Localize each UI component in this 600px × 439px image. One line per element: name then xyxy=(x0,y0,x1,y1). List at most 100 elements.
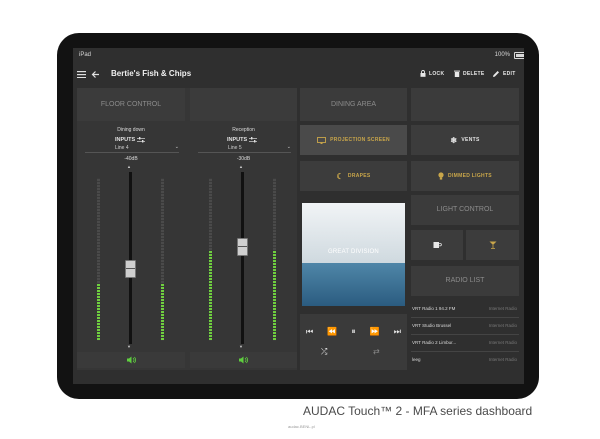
meter-segment xyxy=(209,251,212,253)
meter-segment xyxy=(97,302,100,304)
meter-segment xyxy=(209,218,212,220)
player-controls xyxy=(300,314,407,370)
meter-segment xyxy=(161,245,164,247)
meter-segment xyxy=(161,266,164,268)
vents-button[interactable]: ❄ VENTS xyxy=(411,125,519,155)
light-scene-coffee-button[interactable] xyxy=(411,230,463,260)
edit-label: EDIT xyxy=(503,71,516,77)
meter-segment xyxy=(161,296,164,298)
meter-segment xyxy=(161,320,164,322)
meter-segment xyxy=(209,221,212,223)
projection-screen-icon xyxy=(317,136,327,144)
volume-fader-track[interactable] xyxy=(241,172,244,344)
edit-button[interactable]: EDIT xyxy=(492,70,516,78)
meter-segment xyxy=(97,236,100,238)
light-scene-cocktail-button[interactable] xyxy=(466,230,519,260)
meter-segment xyxy=(273,179,276,181)
meter-segment xyxy=(161,236,164,238)
drapes-button[interactable]: ☾ DRAPES xyxy=(300,161,407,191)
radio-station-type: Internet Radio xyxy=(488,340,517,345)
meter-segment xyxy=(273,236,276,238)
meter-segment xyxy=(273,266,276,268)
floor-control-title-blank xyxy=(190,88,297,121)
meter-segment xyxy=(273,329,276,331)
meter-segment xyxy=(209,224,212,226)
delete-button[interactable]: DELETE xyxy=(454,70,485,77)
inputs-selector[interactable]: INPUTS xyxy=(227,137,258,143)
meter-segment xyxy=(161,323,164,325)
meter-segment xyxy=(161,329,164,331)
meter-segment xyxy=(97,203,100,205)
meter-segment xyxy=(273,191,276,193)
delete-label: DELETE xyxy=(463,70,485,77)
volume-fader-track[interactable] xyxy=(129,172,132,344)
meter-segment xyxy=(209,230,212,232)
meter-segment xyxy=(97,251,100,253)
list-item[interactable]: VRT Studio Brussel Internet Radio xyxy=(411,317,519,335)
lock-button[interactable]: LOCK xyxy=(420,70,444,77)
projection-screen-button[interactable]: PROJECTION SCREEN xyxy=(300,125,407,155)
meter-segment xyxy=(273,299,276,301)
inputs-selector[interactable]: INPUTS xyxy=(115,137,146,143)
meter-segment xyxy=(161,182,164,184)
meter-segment xyxy=(161,275,164,277)
meter-segment xyxy=(209,254,212,256)
meter-segment xyxy=(209,209,212,211)
fast-forward-icon[interactable]: ⏩ xyxy=(370,327,380,337)
device-name: iPad xyxy=(79,52,92,58)
repeat-icon[interactable]: ⇄ xyxy=(373,347,380,356)
meter-segment xyxy=(161,200,164,202)
meter-segment xyxy=(161,209,164,211)
meter-segment xyxy=(97,224,100,226)
skip-previous-icon[interactable]: ⏮ xyxy=(306,327,313,337)
meter-segment xyxy=(97,266,100,268)
level-meter-left xyxy=(209,178,212,341)
meter-segment xyxy=(273,281,276,283)
volume-fader-knob[interactable] xyxy=(237,238,248,256)
list-item[interactable]: VRT Radio 1 94.2 FM Internet Radio xyxy=(411,300,519,318)
meter-segment xyxy=(273,215,276,217)
meter-segment xyxy=(209,236,212,238)
meter-segment xyxy=(209,212,212,214)
meter-segment xyxy=(209,227,212,229)
line-select[interactable]: Line 5 ⌄ xyxy=(198,144,291,153)
album-title: GREAT DIVISION xyxy=(328,249,379,255)
meter-segment xyxy=(161,326,164,328)
meter-segment xyxy=(161,191,164,193)
level-meter-right xyxy=(273,178,276,341)
pause-icon[interactable]: ⏸ xyxy=(351,327,355,337)
line-select[interactable]: Line 4 ⌄ xyxy=(85,144,179,153)
list-item[interactable]: leeg Internet Radio xyxy=(411,351,519,368)
meter-segment xyxy=(161,332,164,334)
meter-segment xyxy=(97,245,100,247)
meter-segment xyxy=(273,278,276,280)
meter-segment xyxy=(97,269,100,271)
meter-segment xyxy=(273,203,276,205)
mute-button-zone1[interactable] xyxy=(77,352,185,368)
menu-icon[interactable] xyxy=(77,71,86,78)
back-arrow-icon[interactable] xyxy=(91,70,100,79)
list-item[interactable]: VRT Radio 2 Limbur... Internet Radio xyxy=(411,334,519,352)
radio-station-type: Internet Radio xyxy=(488,306,517,311)
meter-segment xyxy=(209,203,212,205)
meter-segment xyxy=(209,293,212,295)
meter-segment xyxy=(97,335,100,337)
speaker-icon xyxy=(239,356,248,364)
meter-segment xyxy=(97,320,100,322)
meter-segment xyxy=(97,296,100,298)
skip-next-icon[interactable]: ⏭ xyxy=(394,327,401,337)
page-title: Bertie's Fish & Chips xyxy=(111,69,192,78)
moon-icon: ☾ xyxy=(336,171,344,181)
meter-segment xyxy=(273,251,276,253)
dimmed-lights-button[interactable]: DIMMED LIGHTS xyxy=(411,161,519,191)
mute-button-zone2[interactable] xyxy=(190,352,297,368)
meter-segment xyxy=(273,239,276,241)
shuffle-icon[interactable]: ⤮ xyxy=(321,347,327,357)
meter-segment xyxy=(97,284,100,286)
rewind-icon[interactable]: ⏪ xyxy=(327,327,337,337)
meter-segment xyxy=(161,242,164,244)
volume-fader-knob[interactable] xyxy=(125,260,136,278)
meter-segment xyxy=(97,200,100,202)
meter-segment xyxy=(161,248,164,250)
meter-segment xyxy=(97,242,100,244)
